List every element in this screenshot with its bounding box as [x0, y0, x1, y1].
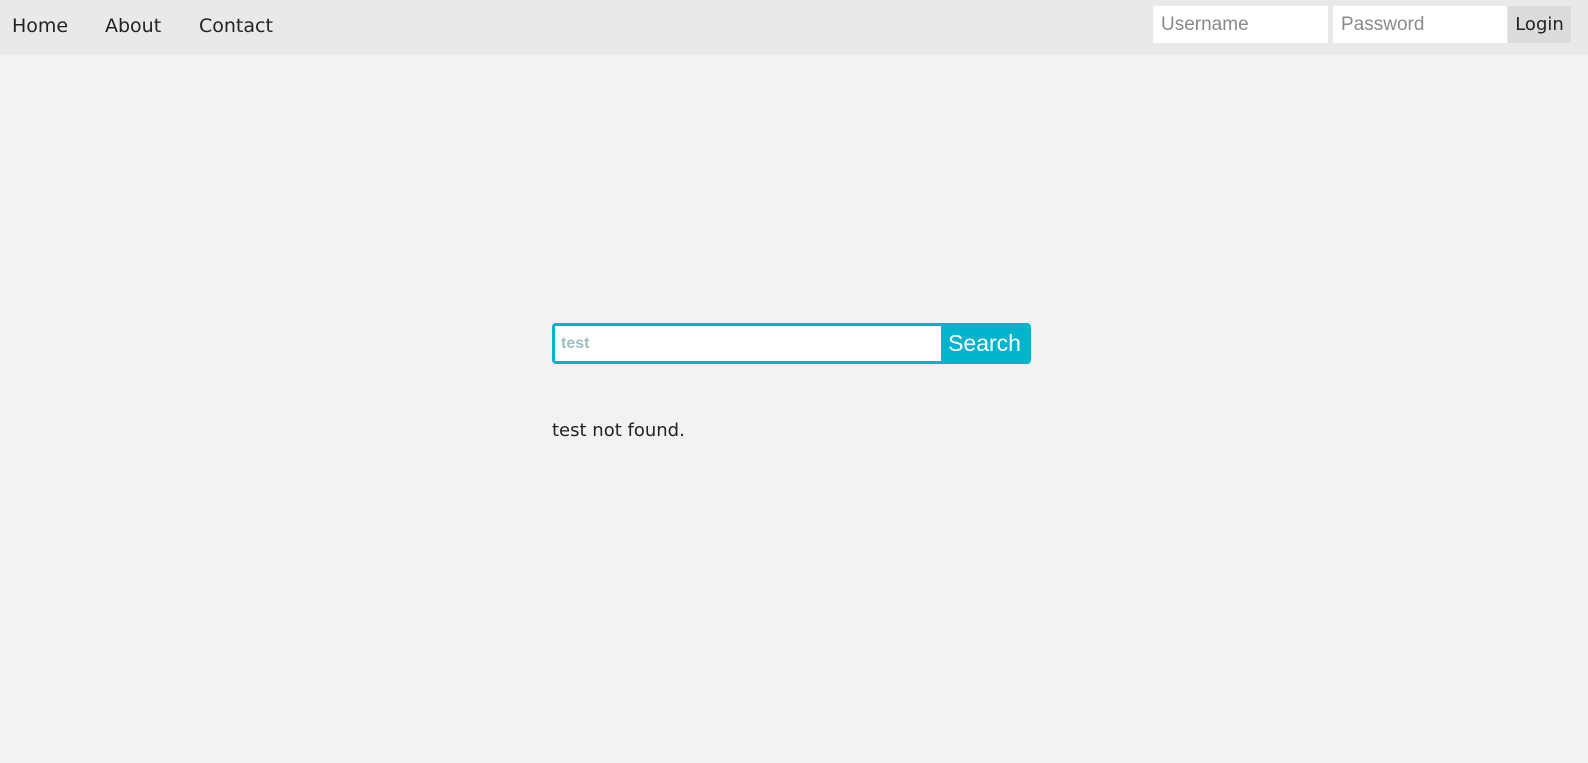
nav-link-home[interactable]: Home: [12, 14, 68, 38]
login-button[interactable]: Login: [1508, 6, 1571, 43]
password-input[interactable]: [1333, 6, 1507, 43]
username-input[interactable]: [1153, 6, 1328, 43]
nav-link-about[interactable]: About: [105, 14, 161, 38]
nav-link-contact[interactable]: Contact: [199, 14, 273, 38]
search-input[interactable]: [555, 326, 944, 361]
search-result-message: test not found.: [552, 420, 685, 441]
search-button[interactable]: Search: [941, 326, 1028, 361]
top-navbar: Home About Contact Login: [0, 0, 1588, 55]
search-form: Search: [552, 323, 1031, 364]
